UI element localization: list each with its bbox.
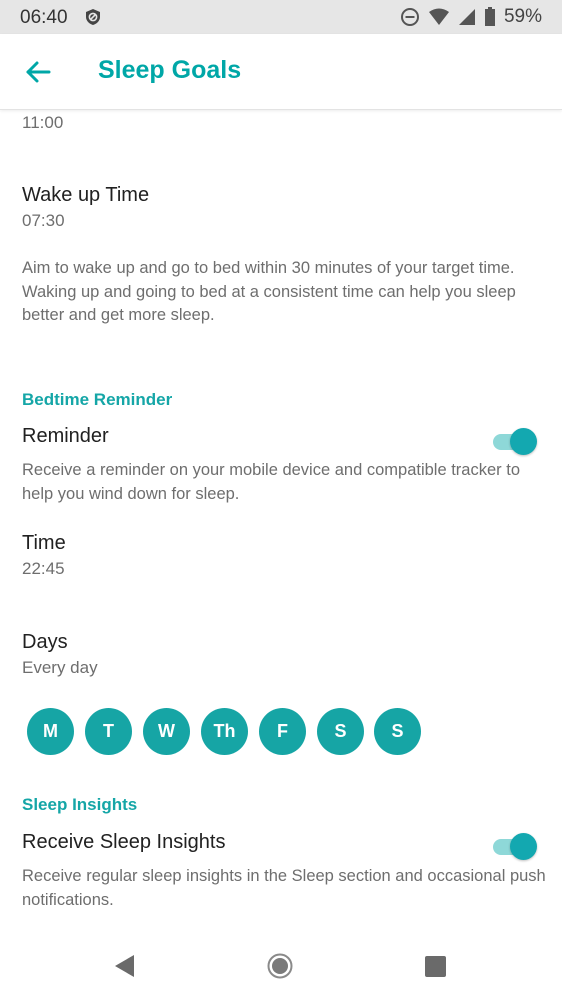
page-title: Sleep Goals [98, 56, 242, 84]
bedtime-value[interactable]: 11:00 [22, 113, 63, 133]
reminder-toggle-thumb [510, 428, 537, 455]
day-monday[interactable]: M [27, 708, 74, 755]
reminder-toggle[interactable] [493, 427, 539, 455]
status-bar: 06:40 59% [0, 0, 562, 34]
wake-up-time-value: 07:30 [22, 211, 65, 230]
signal-icon [458, 9, 475, 25]
reminder-time-value: 22:45 [22, 559, 65, 578]
schedule-description: Aim to wake up and go to bed within 30 m… [22, 259, 516, 324]
sleep-insights-label: Receive Sleep Insights [22, 831, 226, 853]
wake-up-time-label: Wake up Time [22, 184, 150, 206]
reminder-time-row[interactable]: Time 22:45 [0, 528, 562, 584]
battery-icon [484, 7, 495, 26]
reminder-days-row[interactable]: Days Every day [0, 627, 562, 683]
day-tuesday[interactable]: T [85, 708, 132, 755]
day-friday[interactable]: F [259, 708, 306, 755]
day-wednesday[interactable]: W [143, 708, 190, 755]
day-thursday[interactable]: Th [201, 708, 248, 755]
reminder-time-label: Time [22, 532, 66, 554]
reminder-label: Reminder [22, 425, 109, 447]
day-sunday[interactable]: S [374, 708, 421, 755]
arrow-left-icon[interactable] [24, 58, 52, 86]
wake-up-time-row[interactable]: Wake up Time 07:30 [0, 180, 562, 236]
wifi-icon [428, 8, 449, 25]
recents-square-icon[interactable] [425, 956, 446, 977]
home-circle-icon[interactable] [267, 953, 293, 979]
sleep-insights-description: Receive regular sleep insights in the Sl… [22, 867, 546, 909]
do-not-disturb-icon [400, 8, 419, 26]
sleep-insights-section-title: Sleep Insights [22, 795, 138, 814]
sleep-insights-toggle[interactable] [493, 832, 539, 860]
reminder-description: Receive a reminder on your mobile device… [22, 461, 520, 503]
battery-percent: 59% [503, 6, 542, 27]
reminder-days-label: Days [22, 631, 68, 653]
privacy-icon [86, 9, 100, 25]
app-bar: Sleep Goals [0, 34, 562, 110]
system-nav-bar [0, 935, 562, 999]
reminder-days-value: Every day [22, 658, 98, 677]
sleep-insights-toggle-thumb [510, 833, 537, 860]
status-icons: 59% [400, 6, 542, 28]
day-saturday[interactable]: S [317, 708, 364, 755]
bedtime-reminder-section-title: Bedtime Reminder [22, 390, 173, 409]
status-time: 06:40 [20, 7, 68, 28]
back-triangle-icon[interactable] [114, 954, 136, 978]
